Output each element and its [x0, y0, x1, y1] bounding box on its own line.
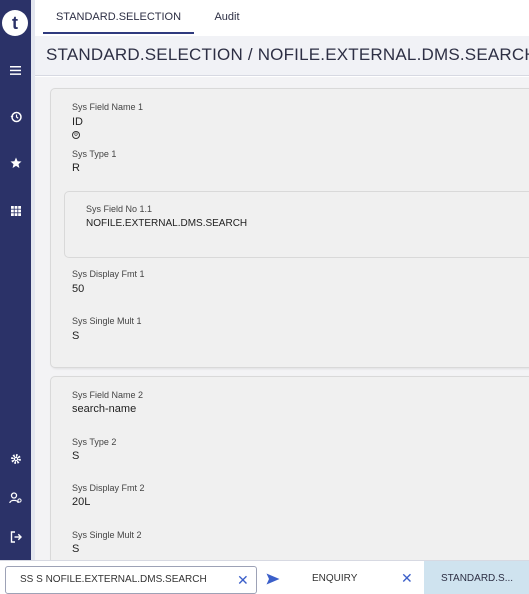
field-value: S — [72, 330, 80, 342]
settings-icon[interactable] — [0, 445, 31, 473]
field-value: R — [72, 162, 80, 174]
field-value: S — [72, 450, 80, 462]
field-value: S — [72, 543, 80, 555]
enquiry-tab-label: ENQUIRY — [312, 573, 358, 584]
command-bar: SS S NOFILE.EXTERNAL.DMS.SEARCH ✕ ENQUIR… — [0, 560, 529, 594]
record-content: Sys Field Name 1 ID ⚙ Sys Type 1 R Sys F… — [35, 77, 529, 560]
page-title: STANDARD.SELECTION / NOFILE.EXTERNAL.DMS… — [46, 45, 529, 64]
field-value: ID — [72, 116, 83, 128]
close-icon[interactable]: ✕ — [401, 570, 413, 587]
field-label: Sys Display Fmt 2 — [72, 483, 145, 493]
field-label: Sys Display Fmt 1 — [72, 269, 145, 279]
logout-icon[interactable] — [0, 523, 31, 551]
temenos-logo[interactable]: t — [2, 10, 28, 36]
field-label: Sys Type 1 — [72, 149, 117, 159]
field-label: Sys Single Mult 2 — [72, 530, 142, 540]
field-label: Sys Field No 1.1 — [86, 204, 153, 214]
app-window: t STANDARD.SELECTION Audit STANDARD.SELE… — [0, 0, 529, 594]
menu-icon[interactable] — [0, 56, 31, 84]
tab-audit[interactable]: Audit — [200, 0, 254, 34]
field-label: Sys Field Name 1 — [72, 102, 144, 112]
history-icon[interactable] — [0, 103, 31, 131]
field-no-subcard: Sys Field No 1.1 NOFILE.EXTERNAL.DMS.SEA… — [64, 191, 529, 258]
field-label: Sys Type 2 — [72, 437, 117, 447]
field-label: Sys Field Name 2 — [72, 390, 144, 400]
star-icon[interactable] — [0, 149, 31, 177]
tab-standard-selection[interactable]: STANDARD.SELECTION — [43, 0, 194, 34]
tab-bar: STANDARD.SELECTION Audit — [35, 0, 529, 36]
field-card-2: Sys Field Name 2 search-name Sys Type 2 … — [50, 376, 529, 560]
send-icon[interactable] — [266, 572, 280, 585]
standard-selection-tab[interactable]: STANDARD.S... — [424, 561, 529, 594]
field-info-icon[interactable]: ⚙ — [72, 131, 80, 139]
field-label: Sys Single Mult 1 — [72, 316, 142, 326]
field-card-1: Sys Field Name 1 ID ⚙ Sys Type 1 R Sys F… — [50, 88, 529, 368]
command-input-value: SS S NOFILE.EXTERNAL.DMS.SEARCH — [20, 574, 207, 585]
enquiry-tab[interactable]: ENQUIRY ✕ — [296, 561, 423, 594]
clear-icon[interactable]: ✕ — [237, 572, 249, 589]
page-header: STANDARD.SELECTION / NOFILE.EXTERNAL.DMS… — [35, 36, 529, 76]
user-settings-icon[interactable] — [0, 484, 31, 512]
field-value: search-name — [72, 403, 137, 415]
field-value: 20L — [72, 496, 91, 508]
standard-selection-tab-label: STANDARD.S... — [441, 573, 514, 584]
grid-icon[interactable] — [0, 197, 31, 225]
field-value: NOFILE.EXTERNAL.DMS.SEARCH — [86, 218, 248, 229]
field-value: 50 — [72, 283, 85, 295]
command-input[interactable]: SS S NOFILE.EXTERNAL.DMS.SEARCH ✕ — [5, 566, 257, 594]
sidebar: t — [0, 0, 31, 560]
